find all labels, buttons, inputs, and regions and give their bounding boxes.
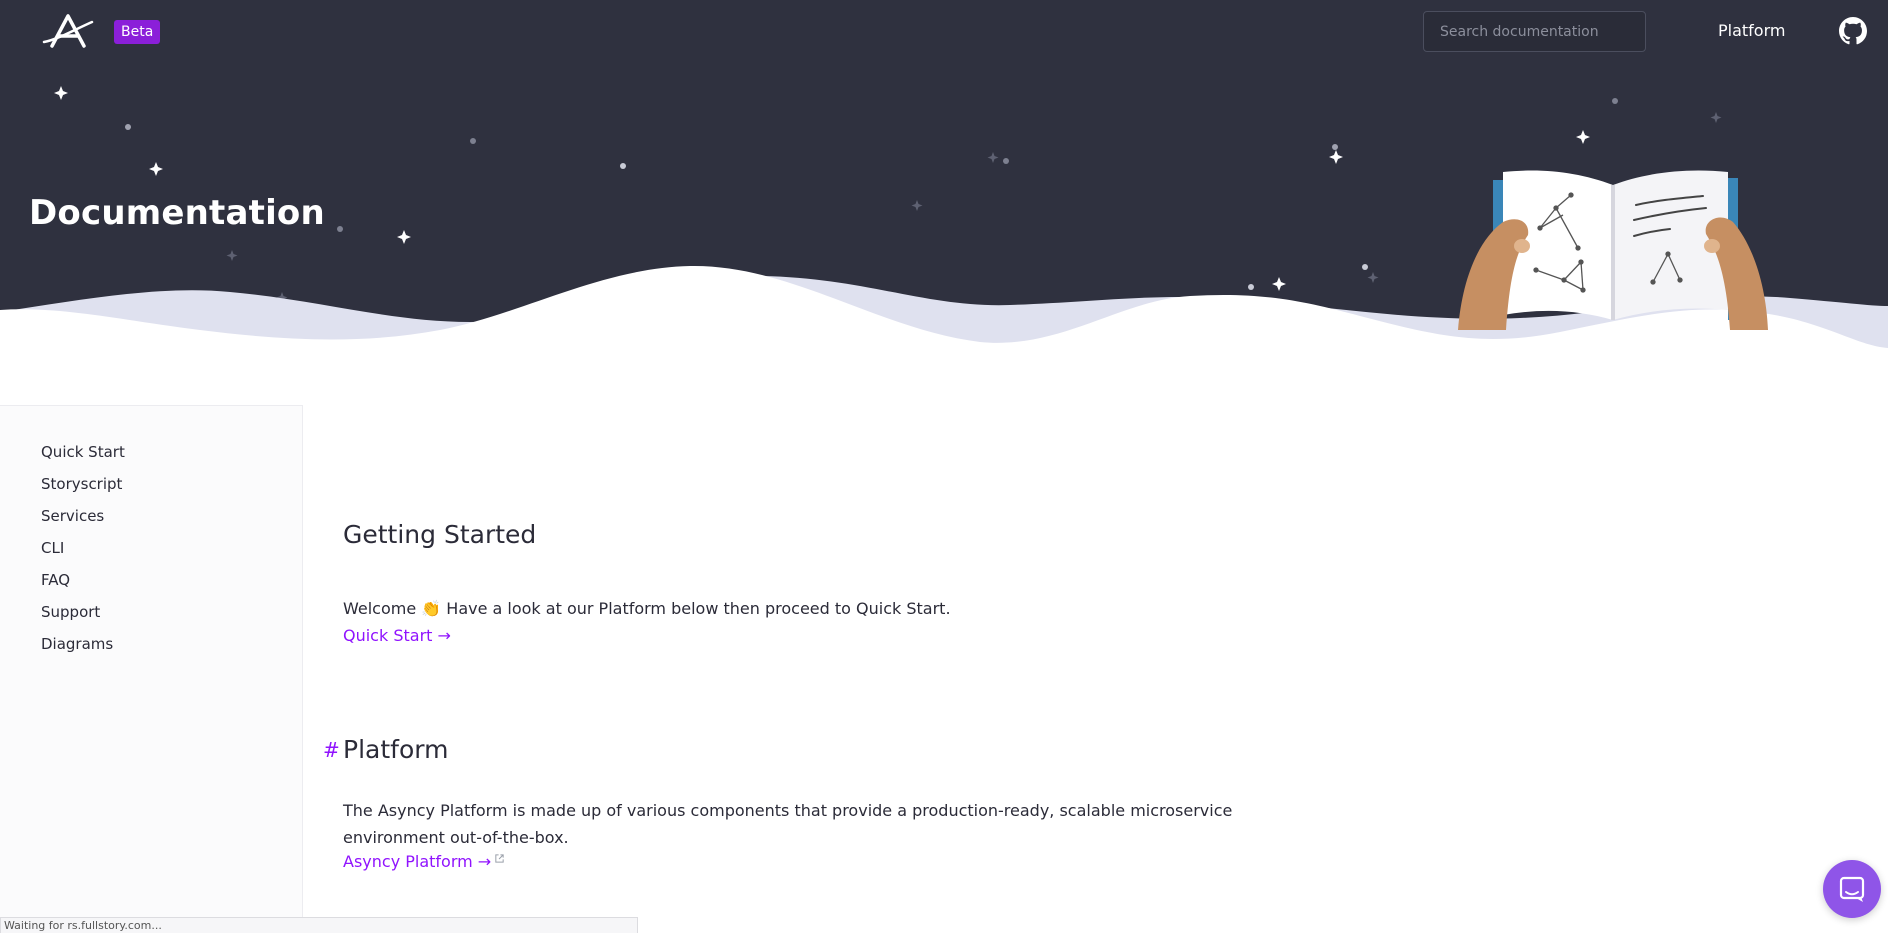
asyncy-logo-icon[interactable] xyxy=(42,14,94,50)
sidebar-item-services[interactable]: Services xyxy=(0,500,302,532)
github-icon[interactable] xyxy=(1839,17,1867,45)
getting-started-heading: Getting Started xyxy=(343,520,537,549)
sidebar-item-support[interactable]: Support xyxy=(0,596,302,628)
nav-link-platform[interactable]: Platform xyxy=(1718,21,1785,40)
sidebar-item-faq[interactable]: FAQ xyxy=(0,564,302,596)
sidebar-item-cli[interactable]: CLI xyxy=(0,532,302,564)
sidebar-item-quick-start[interactable]: Quick Start xyxy=(0,436,302,468)
top-navbar: Beta Platform xyxy=(0,0,1888,64)
beta-badge: Beta xyxy=(114,20,161,44)
sidebar: Quick Start Storyscript Services CLI FAQ… xyxy=(0,405,303,933)
browser-status-bar: Waiting for rs.fullstory.com... xyxy=(0,917,638,933)
quick-start-link[interactable]: Quick Start → xyxy=(343,626,451,645)
platform-description: The Asyncy Platform is made up of variou… xyxy=(343,801,1233,847)
welcome-text: Welcome 👏 Have a look at our Platform be… xyxy=(343,599,951,618)
chat-launcher-button[interactable] xyxy=(1823,860,1881,918)
platform-heading: Platform xyxy=(343,735,449,764)
sidebar-item-storyscript[interactable]: Storyscript xyxy=(0,468,302,500)
external-link-icon xyxy=(495,854,504,863)
book-illustration xyxy=(1458,170,1768,330)
hero-banner: Beta Platform Documentation xyxy=(0,0,1888,360)
sidebar-item-diagrams[interactable]: Diagrams xyxy=(0,628,302,660)
heading-anchor-link[interactable]: # xyxy=(323,738,340,762)
asyncy-platform-link[interactable]: Asyncy Platform → xyxy=(343,852,491,871)
hero-title: Documentation xyxy=(29,193,325,233)
search-input[interactable] xyxy=(1423,11,1646,52)
chat-icon xyxy=(1839,876,1865,902)
